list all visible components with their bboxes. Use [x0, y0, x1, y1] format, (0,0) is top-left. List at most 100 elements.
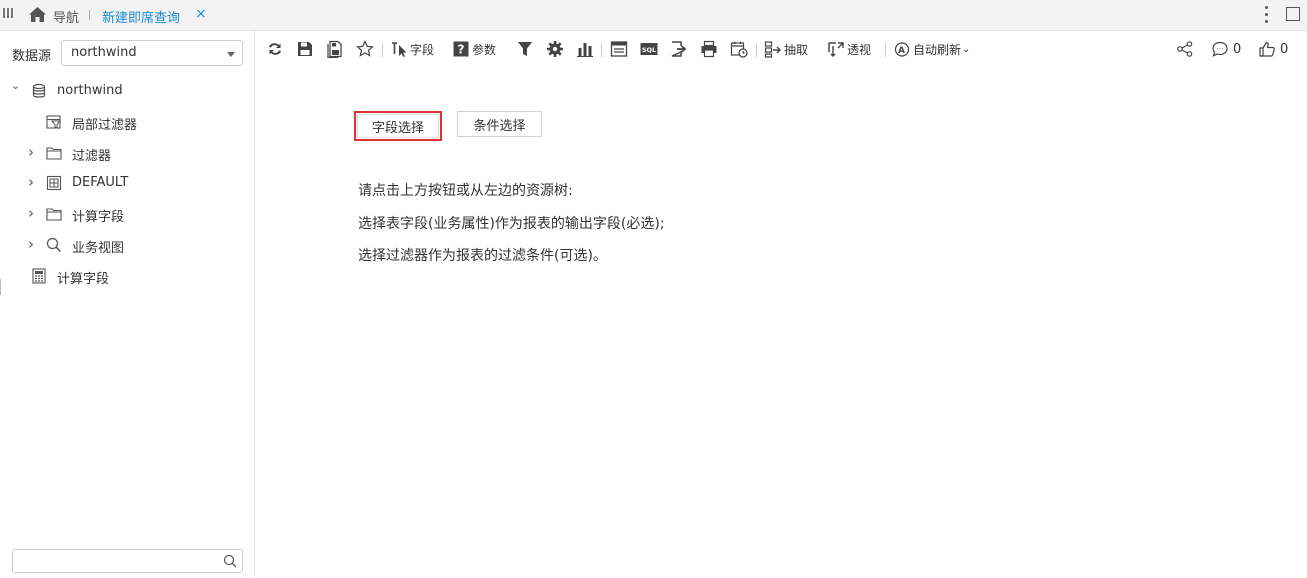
- local-filter-icon: [46, 115, 62, 129]
- comment-icon: [1212, 41, 1228, 57]
- tree-item-calc-field[interactable]: 计算字段: [0, 262, 250, 290]
- field-button[interactable]: 字段: [390, 40, 434, 58]
- tree-item-label: northwind: [57, 83, 123, 98]
- save-as-icon: [327, 40, 342, 58]
- tree-item-label: 过滤器: [72, 149, 112, 164]
- query-editor-area: 字段选择 条件选择 请点击上方按钮或从左边的资源树: 选择表字段(业务属性)作为…: [256, 69, 1307, 578]
- datasource-value: northwind: [71, 45, 137, 60]
- tab-divider: [89, 10, 90, 20]
- field-select-button-label: 字段选择: [357, 114, 439, 138]
- share-icon: [1177, 41, 1193, 57]
- pivot-button[interactable]: 透视: [827, 40, 871, 58]
- expand-chevron-icon[interactable]: ›: [28, 173, 34, 191]
- tree-item-label: 局部过滤器: [72, 118, 138, 133]
- maximize-icon[interactable]: [1286, 7, 1300, 21]
- search-icon[interactable]: [223, 554, 237, 568]
- tree-item-calc-fields-folder[interactable]: › 计算字段: [0, 200, 250, 228]
- favorite-button[interactable]: [356, 40, 374, 58]
- nav-label[interactable]: 导航: [53, 7, 79, 26]
- extract-icon: [764, 41, 781, 58]
- layout-icon: [610, 41, 628, 57]
- tree-item-label: DEFAULT: [72, 175, 129, 190]
- extract-button[interactable]: 抽取: [764, 40, 808, 58]
- comment-button[interactable]: 0: [1211, 40, 1241, 58]
- folder-icon: [46, 147, 62, 160]
- chart-button[interactable]: [576, 40, 594, 58]
- auto-refresh-icon: A: [894, 42, 910, 57]
- save-as-button[interactable]: [326, 40, 344, 58]
- menu-bars-icon[interactable]: [3, 8, 13, 19]
- schedule-button[interactable]: [730, 40, 748, 58]
- splitter-handle[interactable]: [0, 279, 1, 295]
- hint-line: 选择过滤器作为报表的过滤条件(可选)。: [358, 248, 607, 264]
- hint-line: 选择表字段(业务属性)作为报表的输出字段(必选);: [358, 216, 665, 232]
- chevron-down-icon: ⌄: [962, 43, 971, 55]
- tree-item-label: 计算字段: [72, 210, 125, 225]
- svg-text:A: A: [898, 46, 905, 56]
- sql-button[interactable]: SQL: [640, 40, 658, 58]
- close-tab-icon[interactable]: ×: [195, 6, 207, 22]
- expand-chevron-icon[interactable]: ›: [28, 143, 34, 161]
- save-button[interactable]: [296, 40, 314, 58]
- settings-gear-icon: [547, 41, 563, 57]
- like-icon: [1259, 41, 1275, 57]
- share-button[interactable]: [1176, 40, 1194, 58]
- tree-item-label: 计算字段: [57, 272, 110, 287]
- save-icon: [298, 42, 312, 56]
- svg-text:SQL: SQL: [642, 46, 656, 54]
- extract-label: 抽取: [784, 42, 809, 57]
- field-icon: [392, 42, 407, 57]
- print-icon: [701, 40, 717, 58]
- filter-icon: [518, 42, 532, 56]
- datasource-select[interactable]: northwind: [61, 40, 243, 66]
- toolbar-divider: [601, 43, 602, 57]
- auto-refresh-dropdown[interactable]: A 自动刷新 ⌄: [893, 40, 970, 58]
- print-button[interactable]: [700, 40, 718, 58]
- database-icon: [32, 83, 46, 98]
- favorite-star-icon: [356, 40, 374, 57]
- tree-item-northwind[interactable]: ⌄ northwind: [0, 77, 250, 105]
- home-icon[interactable]: [28, 6, 47, 23]
- toolbar-divider: [756, 43, 757, 57]
- tree-item-filters[interactable]: › 过滤器: [0, 139, 250, 167]
- param-label: 参数: [472, 42, 497, 57]
- param-button[interactable]: ? 参数: [452, 40, 496, 58]
- filter-button[interactable]: [516, 40, 534, 58]
- expand-chevron-icon[interactable]: ›: [28, 235, 34, 253]
- toolbar-divider: [885, 43, 886, 57]
- like-count: 0: [1280, 41, 1289, 57]
- table-icon: [46, 175, 62, 191]
- refresh-button[interactable]: [266, 40, 284, 58]
- calculator-icon: [32, 268, 46, 284]
- field-label: 字段: [410, 42, 435, 57]
- chevron-down-icon: [227, 52, 235, 57]
- report-toolbar: 字段 ? 参数 SQL 抽取 透视 A 自动刷新 ⌄ 0 0: [256, 31, 1307, 69]
- more-vertical-icon[interactable]: [1265, 6, 1269, 24]
- top-tab-bar: 导航 新建即席查询 ×: [0, 0, 1307, 31]
- comment-count: 0: [1233, 41, 1242, 57]
- tree-item-local-filter[interactable]: 局部过滤器: [0, 108, 250, 136]
- schedule-icon: [730, 41, 748, 58]
- pivot-label: 透视: [847, 42, 872, 57]
- export-button[interactable]: [670, 40, 688, 58]
- param-icon: ?: [453, 41, 469, 57]
- tree-item-business-view[interactable]: › 业务视图: [0, 231, 250, 259]
- tree-item-label: 业务视图: [72, 241, 125, 256]
- resource-tree-panel: 数据源 northwind ⌄ northwind 局部过滤器 › 过滤器 ›: [0, 31, 255, 578]
- layout-button[interactable]: [610, 40, 628, 58]
- hint-line: 请点击上方按钮或从左边的资源树:: [358, 183, 573, 199]
- tab-new-adhoc-query[interactable]: 新建即席查询: [102, 7, 180, 26]
- toolbar-divider: [382, 43, 383, 57]
- expand-chevron-icon[interactable]: ›: [28, 204, 34, 222]
- like-button[interactable]: 0: [1258, 40, 1288, 58]
- tree-item-default[interactable]: › DEFAULT: [0, 169, 250, 197]
- expand-chevron-icon[interactable]: ⌄: [11, 79, 20, 92]
- svg-text:?: ?: [458, 43, 465, 57]
- tree-search-input[interactable]: [12, 549, 243, 573]
- field-select-button[interactable]: 字段选择: [354, 111, 442, 141]
- condition-select-button[interactable]: 条件选择: [457, 111, 542, 137]
- refresh-icon: [269, 43, 281, 55]
- folder-icon: [46, 208, 62, 221]
- sql-icon: SQL: [640, 43, 658, 55]
- settings-button[interactable]: [546, 40, 564, 58]
